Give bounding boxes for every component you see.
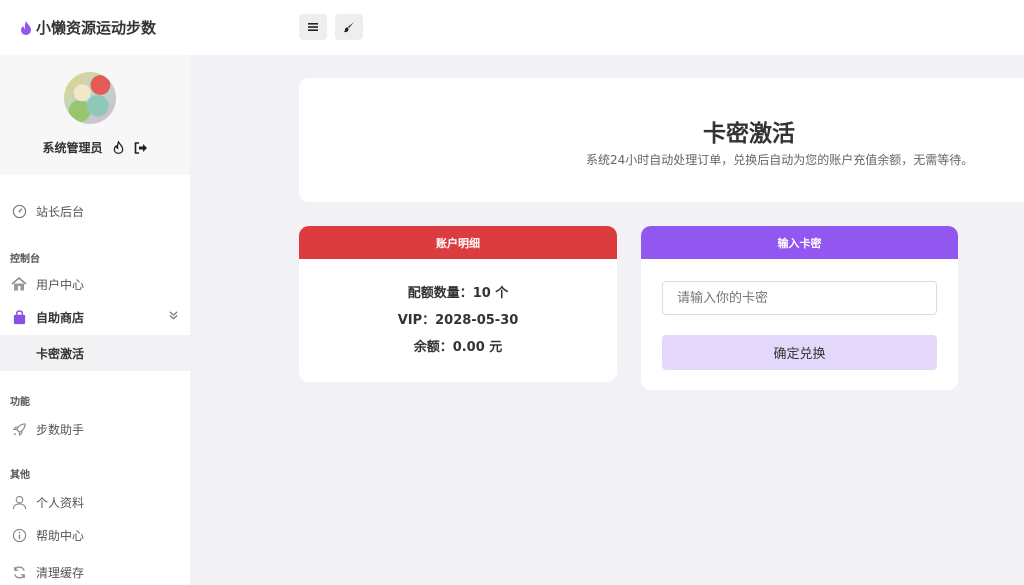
- sidebar-item-clear-cache[interactable]: 清理缓存: [0, 555, 190, 585]
- sidebar-item-label: 个人资料: [36, 495, 85, 510]
- info-icon: [11, 527, 27, 543]
- sidebar-item-label: 帮助中心: [36, 528, 85, 543]
- user-home-icon: [11, 276, 27, 292]
- card-code-input[interactable]: [662, 281, 937, 315]
- sidebar-item-user-center[interactable]: 用户中心: [0, 267, 190, 301]
- profile-panel: 系统管理员: [0, 55, 190, 175]
- account-card-header: 账户明细: [299, 226, 617, 259]
- section-other-heading: 其他: [10, 470, 30, 481]
- user-icon: [11, 494, 27, 510]
- avatar[interactable]: [64, 72, 116, 124]
- logout-icon[interactable]: [134, 141, 148, 154]
- sidebar-item-shop[interactable]: 自助商店: [0, 300, 190, 334]
- app-brand[interactable]: 小懒资源运动步数: [20, 17, 156, 38]
- theme-button[interactable]: [335, 14, 363, 40]
- quota-count: 配额数量：10 个: [407, 286, 509, 301]
- shopping-bag-icon: [11, 309, 27, 325]
- flame-logo-icon: [21, 20, 31, 35]
- menu-toggle-button[interactable]: [299, 14, 327, 40]
- section-function-heading: 功能: [10, 397, 30, 408]
- section-console-heading: 控制台: [10, 254, 40, 265]
- gauge-icon: [11, 203, 27, 219]
- page-subtitle: 系统24小时自动处理订单，兑换后自动为您的账户充值余额，无需等待。: [586, 153, 974, 167]
- sidebar-item-profile[interactable]: 个人资料: [0, 485, 190, 519]
- refresh-icon: [11, 564, 27, 580]
- sidebar-item-label: 自助商店: [36, 310, 85, 325]
- page-title: 卡密激活: [703, 121, 795, 147]
- account-details-card: 账户明细 配额数量：10 个 VIP：2028-05-30 余额：0.00 元: [299, 226, 617, 382]
- profile-info: 系统管理员: [0, 139, 190, 156]
- sidebar-subitem-card-activation[interactable]: 卡密激活: [0, 335, 190, 371]
- sidebar-item-help[interactable]: 帮助中心: [0, 518, 190, 552]
- sidebar-item-step-helper[interactable]: 步数助手: [0, 412, 190, 446]
- redeem-card: 输入卡密 确定兑换: [641, 226, 958, 390]
- redeem-card-header: 输入卡密: [641, 226, 958, 259]
- hero-card: 卡密激活 系统24小时自动处理订单，兑换后自动为您的账户充值余额，无需等待。: [299, 78, 1024, 202]
- sidebar-item-label: 步数助手: [36, 422, 85, 437]
- top-header: 小懒资源运动步数: [0, 0, 1024, 55]
- sidebar-item-label: 清理缓存: [36, 565, 85, 580]
- profile-name: 系统管理员: [42, 141, 103, 155]
- app-title: 小懒资源运动步数: [36, 19, 157, 37]
- sidebar-item-dashboard[interactable]: 站长后台: [0, 194, 190, 228]
- confirm-redeem-button[interactable]: 确定兑换: [662, 335, 937, 370]
- sidebar-item-label: 用户中心: [36, 277, 85, 292]
- balance: 余额：0.00 元: [413, 340, 503, 355]
- vip-expiry: VIP：2028-05-30: [397, 313, 519, 328]
- brush-icon: [343, 22, 354, 33]
- rocket-icon: [11, 421, 27, 437]
- chevron-down-icon[interactable]: [169, 311, 178, 323]
- flame-icon[interactable]: [113, 141, 124, 154]
- sidebar: 系统管理员 站长后台 控制台 用户中心 自助商店 卡密激活 功能 步数助手 其他…: [0, 55, 190, 585]
- menu-icon: [308, 23, 318, 31]
- sidebar-item-label: 站长后台: [36, 204, 85, 219]
